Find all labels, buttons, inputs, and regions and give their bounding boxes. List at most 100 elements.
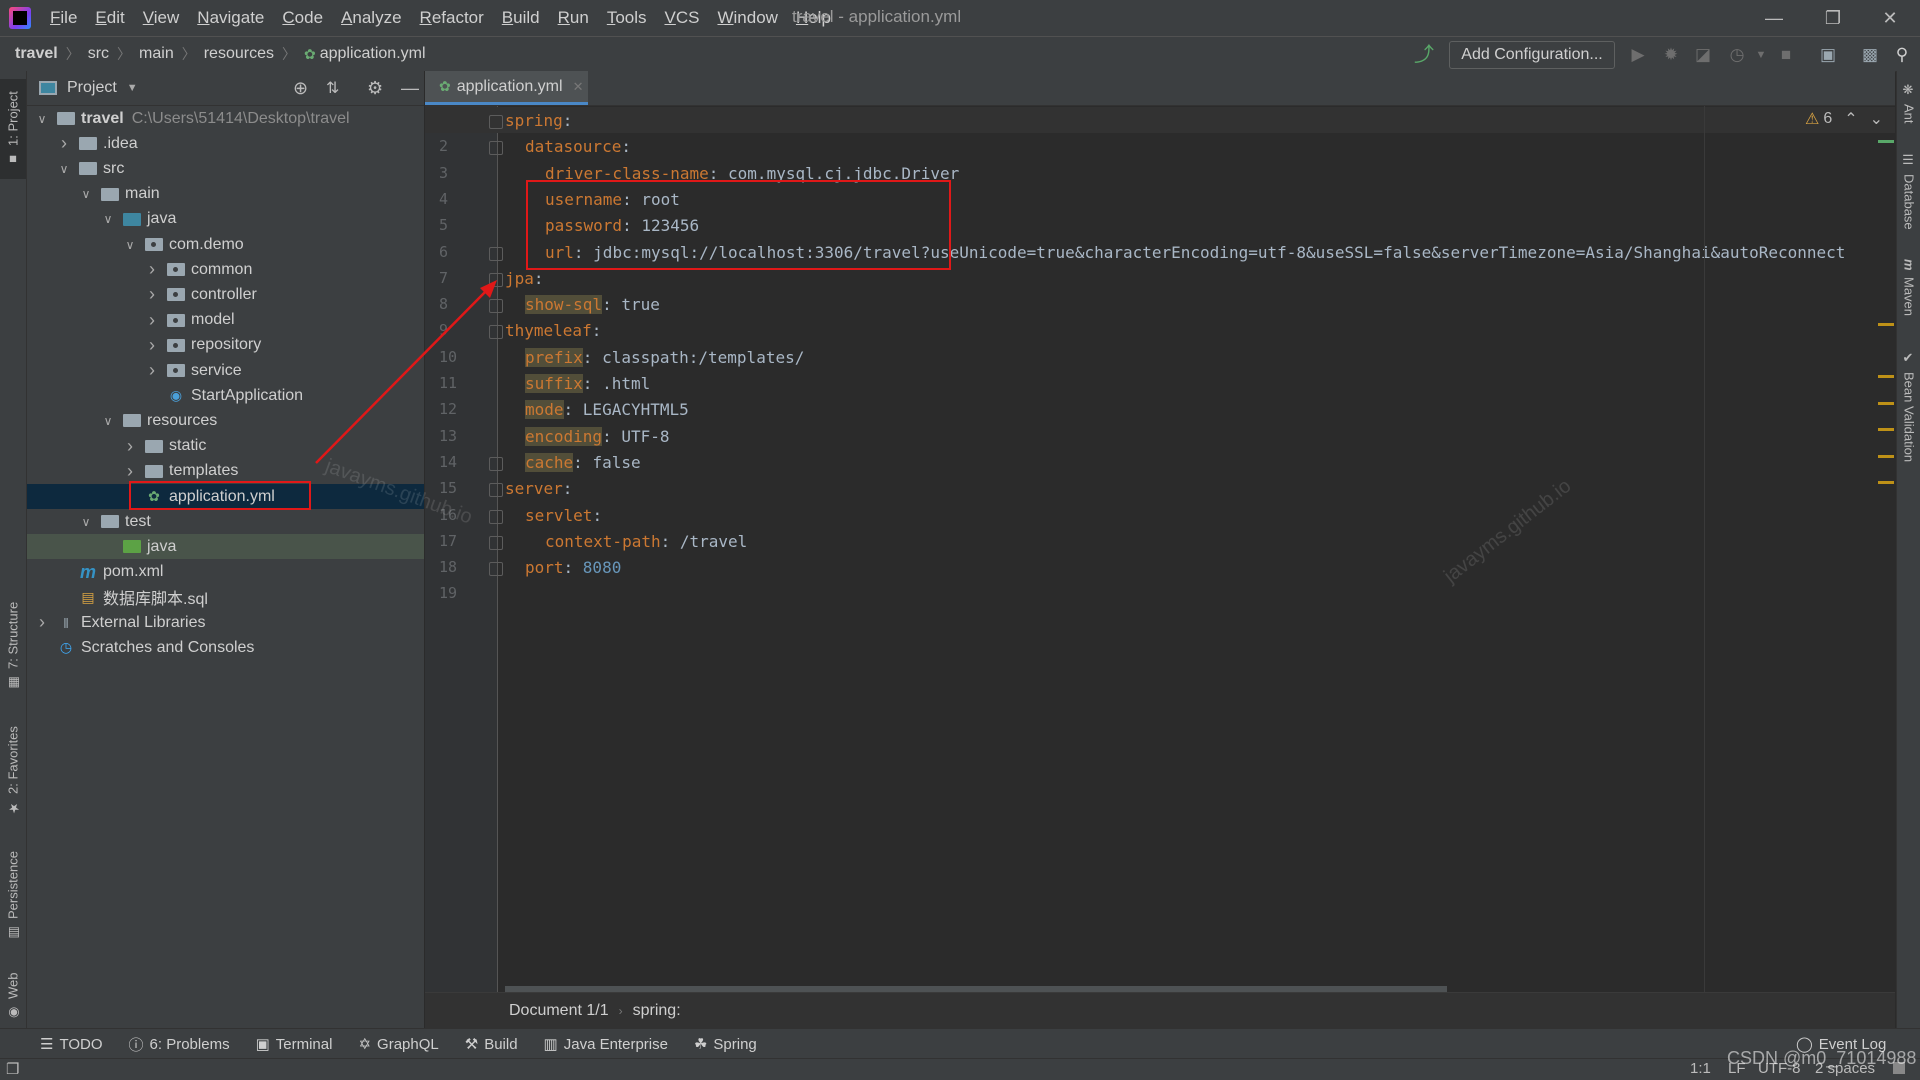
fold-marker-icon[interactable]: [489, 456, 503, 471]
chevron-right-icon[interactable]: ›: [35, 612, 49, 633]
tool-window-graphql[interactable]: ✡ GraphQL: [358, 1034, 438, 1055]
close-window-button[interactable]: ✕: [1870, 4, 1910, 32]
chevron-right-icon[interactable]: ›: [145, 310, 159, 331]
chevron-down-icon[interactable]: ▼: [127, 82, 138, 94]
error-stripe-warning-mark[interactable]: [1878, 428, 1894, 431]
menu-tools[interactable]: Tools: [607, 8, 647, 28]
tool-window-spring[interactable]: ☘ Spring: [694, 1034, 757, 1055]
tree-item[interactable]: › controller: [27, 282, 424, 307]
gear-icon[interactable]: ⚙: [367, 78, 383, 99]
breadcrumb-document[interactable]: Document 1/1: [509, 1002, 609, 1020]
tree-item[interactable]: › service: [27, 358, 424, 383]
search-icon[interactable]: ⚲: [1891, 44, 1913, 66]
code-editor[interactable]: 12345678910111213141516171819 spring: da…: [425, 106, 1895, 993]
tree-item[interactable]: ∨ main: [27, 182, 424, 207]
tree-item[interactable]: › model: [27, 308, 424, 333]
chevron-down-icon[interactable]: ∨: [57, 162, 71, 176]
tab-application-yml[interactable]: ✿ application.yml ✕: [425, 71, 588, 105]
tab-bean-validation[interactable]: ✔ Bean Validation: [1897, 351, 1920, 481]
fold-marker-icon[interactable]: [489, 299, 503, 314]
fold-marker-icon[interactable]: [489, 509, 503, 524]
add-configuration-button[interactable]: Add Configuration...: [1449, 41, 1615, 69]
collapse-all-icon[interactable]: ⇅: [326, 78, 339, 98]
tool-window-java-enterprise[interactable]: ▥ Java Enterprise: [544, 1034, 668, 1055]
menu-file[interactable]: File: [50, 8, 77, 28]
menu-edit[interactable]: Edit: [95, 8, 124, 28]
menu-view[interactable]: View: [143, 8, 180, 28]
tool-window-terminal[interactable]: ▣ Terminal: [256, 1034, 333, 1055]
tool-window-todo[interactable]: ☰ TODO: [40, 1034, 103, 1055]
tree-item[interactable]: ∨ test: [27, 509, 424, 534]
breadcrumb-resources[interactable]: resources: [204, 44, 274, 64]
error-stripe-warning-mark[interactable]: [1878, 375, 1894, 378]
hide-icon[interactable]: —: [401, 78, 419, 99]
breadcrumb-application-yml[interactable]: ✿ application.yml: [304, 44, 426, 64]
fold-marker-icon[interactable]: [489, 562, 503, 577]
menu-window[interactable]: Window: [717, 8, 777, 28]
tree-item[interactable]: ∨ com.demo: [27, 232, 424, 257]
chevron-down-icon[interactable]: ∨: [123, 238, 137, 252]
chevron-right-icon[interactable]: ›: [123, 461, 137, 482]
tree-item[interactable]: ∨ java: [27, 207, 424, 232]
inspection-widget[interactable]: ⚠ 6 ⌃ ⌄: [1805, 109, 1883, 129]
chevron-right-icon[interactable]: ›: [145, 284, 159, 305]
chevron-down-icon[interactable]: ∨: [101, 414, 115, 428]
restore-button[interactable]: ❐: [1813, 4, 1853, 32]
tree-item[interactable]: ∨ src: [27, 156, 424, 181]
locate-file-icon[interactable]: ⊕: [293, 78, 308, 99]
debug-icon[interactable]: ✹: [1660, 44, 1682, 66]
chevron-right-icon[interactable]: ›: [123, 436, 137, 457]
fold-marker-icon[interactable]: [489, 535, 503, 550]
tab-web[interactable]: ◉ Web: [0, 961, 26, 1031]
menu-vcs[interactable]: VCS: [665, 8, 700, 28]
chevron-right-icon[interactable]: ›: [145, 335, 159, 356]
previous-highlight-icon[interactable]: ⌃: [1844, 109, 1857, 129]
tab-favorites[interactable]: ★ 2: Favorites: [0, 716, 26, 826]
error-stripe-warning-mark[interactable]: [1878, 323, 1894, 326]
breadcrumb-travel[interactable]: travel: [15, 44, 58, 64]
terminal-toolbar-icon[interactable]: ▩: [1859, 44, 1881, 66]
coverage-icon[interactable]: ◪: [1692, 44, 1714, 66]
caret-position[interactable]: 1:1: [1690, 1060, 1711, 1077]
chevron-down-icon[interactable]: ∨: [79, 187, 93, 201]
chevron-down-icon[interactable]: ∨: [101, 212, 115, 226]
chevron-right-icon[interactable]: ›: [145, 360, 159, 381]
tree-item[interactable]: java: [27, 534, 424, 560]
tree-item[interactable]: › static: [27, 434, 424, 459]
run-icon[interactable]: ▶: [1627, 44, 1649, 66]
fold-marker-icon[interactable]: [489, 115, 503, 129]
menu-analyze[interactable]: Analyze: [341, 8, 401, 28]
tab-ant[interactable]: ❋ Ant: [1897, 83, 1920, 133]
tab-project[interactable]: ■ 1: Project: [0, 79, 26, 179]
chevron-down-icon[interactable]: ▼: [1750, 44, 1772, 66]
error-stripe-warning-mark[interactable]: [1878, 455, 1894, 458]
error-stripe-ok-mark[interactable]: [1878, 140, 1894, 143]
chevron-down-icon[interactable]: ∨: [35, 112, 49, 126]
tree-item[interactable]: › .idea: [27, 131, 424, 156]
close-tab-icon[interactable]: ✕: [573, 79, 584, 95]
chevron-down-icon[interactable]: ∨: [79, 515, 93, 529]
tool-window-6-problems[interactable]: ⓘ 6: Problems: [129, 1034, 230, 1055]
breadcrumb-src[interactable]: src: [88, 44, 109, 64]
tab-database[interactable]: ☰ Database: [1897, 153, 1920, 243]
fold-marker-icon[interactable]: [489, 272, 503, 287]
error-stripe-warning-mark[interactable]: [1878, 402, 1894, 405]
menu-navigate[interactable]: Navigate: [197, 8, 264, 28]
menu-refactor[interactable]: Refactor: [420, 8, 484, 28]
tab-maven[interactable]: m Maven: [1897, 259, 1920, 339]
chevron-right-icon[interactable]: ›: [57, 133, 71, 154]
tool-window-build[interactable]: ⚒ Build: [465, 1034, 518, 1055]
tree-item[interactable]: ▤ 数据库脚本.sql: [27, 585, 424, 610]
build-hammer-icon[interactable]: ⤴: [1413, 44, 1435, 66]
menu-run[interactable]: Run: [558, 8, 589, 28]
stop-icon[interactable]: ■: [1775, 44, 1797, 66]
fold-marker-icon[interactable]: [489, 141, 503, 156]
profile-icon[interactable]: ◷: [1726, 44, 1748, 66]
fold-marker-icon[interactable]: [489, 483, 503, 498]
next-highlight-icon[interactable]: ⌄: [1870, 109, 1883, 129]
tab-structure[interactable]: ▦ 7: Structure: [0, 591, 26, 701]
fold-marker-icon[interactable]: [489, 246, 503, 261]
menu-build[interactable]: Build: [502, 8, 540, 28]
chevron-right-icon[interactable]: ›: [145, 259, 159, 280]
error-stripe-warning-mark[interactable]: [1878, 481, 1894, 484]
